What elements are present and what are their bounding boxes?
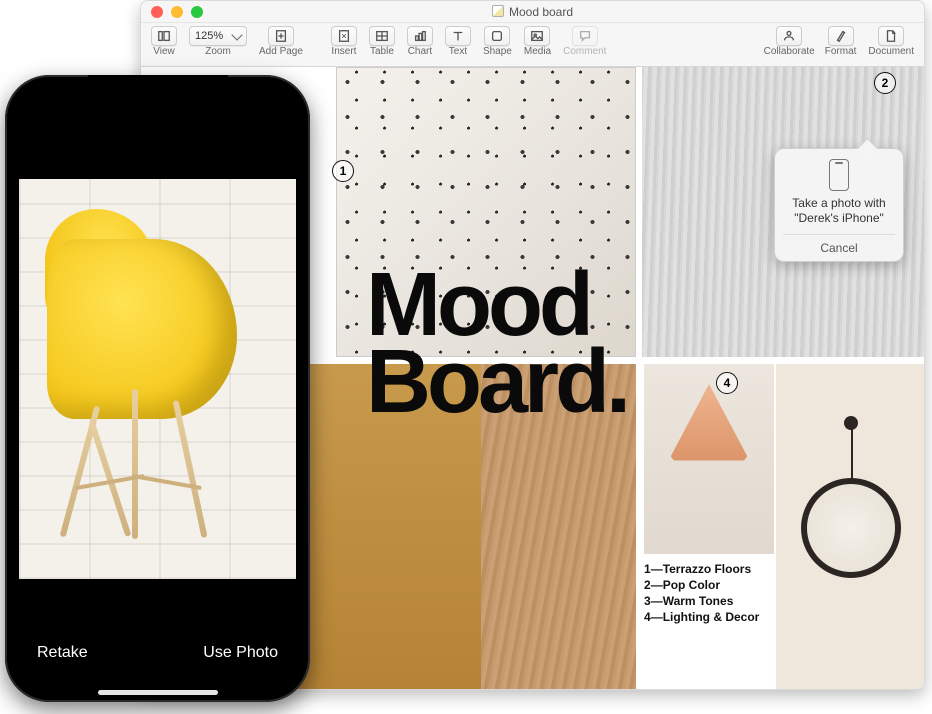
title-line2: Board. <box>366 332 627 432</box>
chevron-down-icon <box>231 29 242 40</box>
view-icon <box>151 26 177 46</box>
chart-label: Chart <box>408 46 432 57</box>
chart-icon <box>407 26 433 46</box>
collaborate-button[interactable]: Collaborate <box>760 26 819 57</box>
dash-icon: — <box>651 610 663 624</box>
table-label: Table <box>370 46 394 57</box>
text-icon <box>445 26 471 46</box>
camera-preview <box>19 179 296 579</box>
toolbar-right-group: Format Document <box>821 26 918 57</box>
legend-row: 3—Warm Tones <box>644 594 759 608</box>
legend-list: 1—Terrazzo Floors 2—Pop Color 3—Warm Ton… <box>644 560 759 626</box>
legend-label: Terrazzo Floors <box>663 562 751 576</box>
format-button[interactable]: Format <box>821 26 861 57</box>
dash-icon: — <box>651 578 663 592</box>
collaborate-icon <box>776 26 802 46</box>
add-page-label: Add Page <box>259 46 303 57</box>
camera-action-bar: Retake Use Photo <box>19 618 296 688</box>
mood-board-title[interactable]: Mood Board. <box>366 267 627 420</box>
toolbar-mid-group: Insert Table Chart Text Shape Media <box>327 26 611 57</box>
document-title: Mood board <box>141 5 924 19</box>
chair-seat <box>47 239 237 419</box>
legend-num: 1 <box>644 562 651 576</box>
comment-icon <box>572 26 598 46</box>
chart-button[interactable]: Chart <box>403 26 437 57</box>
comment-button[interactable]: Comment <box>559 26 610 57</box>
toolbar: View 125% Zoom Add Page Insert <box>141 23 924 67</box>
dash-icon: — <box>651 562 663 576</box>
lamp-shape <box>664 384 754 474</box>
format-label: Format <box>825 46 857 57</box>
iphone-icon <box>829 159 849 191</box>
badge-2: 2 <box>874 72 896 94</box>
continuity-camera-popover: Take a photo with "Derek's iPhone" Cance… <box>774 148 904 262</box>
document-button[interactable]: Document <box>864 26 918 57</box>
document-label: Document <box>868 46 914 57</box>
shape-icon <box>484 26 510 46</box>
table-button[interactable]: Table <box>365 26 399 57</box>
legend-num: 4 <box>644 610 651 624</box>
mirror-shape <box>801 478 901 578</box>
zoom-value-box: 125% <box>189 26 247 46</box>
shape-label: Shape <box>483 46 512 57</box>
table-icon <box>369 26 395 46</box>
legend-num: 2 <box>644 578 651 592</box>
legend-label: Pop Color <box>663 578 720 592</box>
popover-message: Take a photo with "Derek's iPhone" <box>783 196 895 226</box>
legend-row: 2—Pop Color <box>644 578 759 592</box>
image-lamp[interactable] <box>644 364 774 554</box>
legend-row: 4—Lighting & Decor <box>644 610 759 624</box>
image-mirror[interactable] <box>776 364 924 689</box>
retake-button[interactable]: Retake <box>37 644 88 662</box>
view-button[interactable]: View <box>147 26 181 57</box>
badge-4: 4 <box>716 372 738 394</box>
media-button[interactable]: Media <box>520 26 555 57</box>
iphone-device: Retake Use Photo <box>5 75 310 702</box>
view-label: View <box>153 46 175 57</box>
legend-label: Warm Tones <box>663 594 734 608</box>
media-label: Media <box>524 46 551 57</box>
chair-leg <box>132 389 138 539</box>
format-icon <box>828 26 854 46</box>
shape-button[interactable]: Shape <box>479 26 516 57</box>
iphone-notch <box>88 75 228 101</box>
dash-icon: — <box>651 594 663 608</box>
legend-num: 3 <box>644 594 651 608</box>
toolbar-left-group: View 125% Zoom Add Page <box>147 26 307 57</box>
zoom-dropdown[interactable]: 125% Zoom <box>185 26 251 57</box>
chair-leg <box>173 400 208 538</box>
document-icon <box>878 26 904 46</box>
text-button[interactable]: Text <box>441 26 475 57</box>
legend-row: 1—Terrazzo Floors <box>644 562 759 576</box>
legend-label: Lighting & Decor <box>663 610 760 624</box>
zoom-value: 125% <box>195 30 223 42</box>
comment-label: Comment <box>563 46 606 57</box>
yellow-chair <box>37 209 247 539</box>
use-photo-button[interactable]: Use Photo <box>203 644 278 662</box>
insert-label: Insert <box>331 46 356 57</box>
add-page-button[interactable]: Add Page <box>255 26 307 57</box>
media-icon <box>524 26 550 46</box>
badge-1: 1 <box>332 160 354 182</box>
cancel-button[interactable]: Cancel <box>783 234 895 255</box>
insert-button[interactable]: Insert <box>327 26 361 57</box>
titlebar: Mood board <box>141 1 924 23</box>
insert-icon <box>331 26 357 46</box>
collaborate-label: Collaborate <box>764 46 815 57</box>
iphone-screen: Retake Use Photo <box>19 89 296 688</box>
text-label: Text <box>449 46 467 57</box>
zoom-label: Zoom <box>205 46 231 57</box>
add-page-icon <box>268 26 294 46</box>
